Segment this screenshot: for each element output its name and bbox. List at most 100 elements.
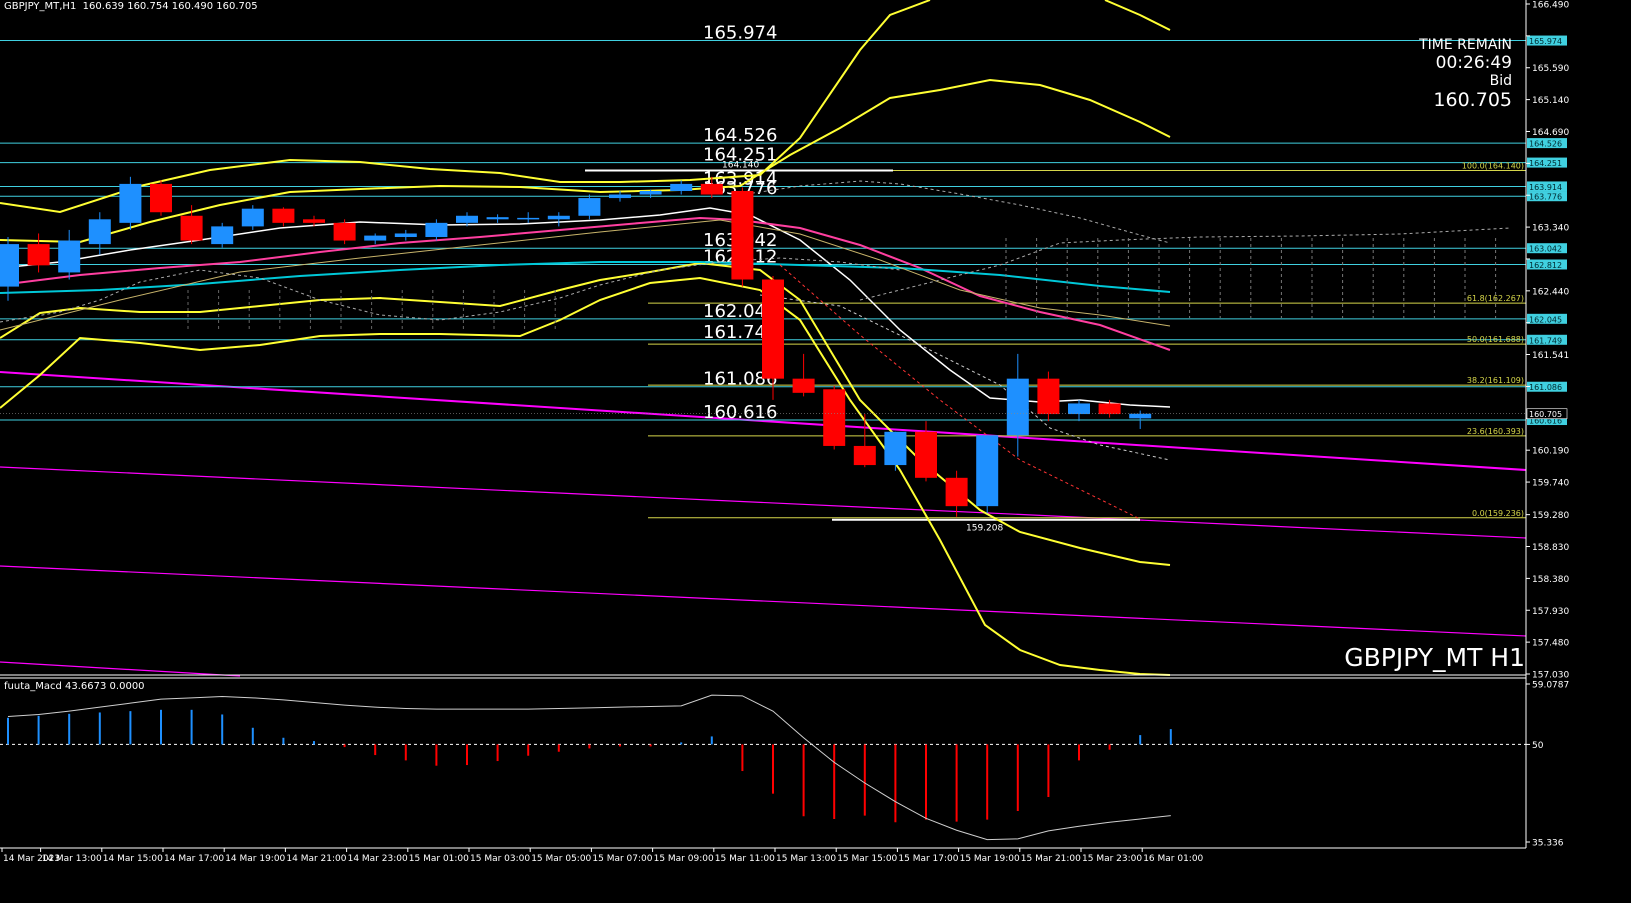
time-tick-label: 16 Mar 01:00 bbox=[1143, 854, 1203, 864]
candle[interactable] bbox=[241, 205, 264, 230]
candle-body bbox=[211, 226, 234, 245]
swing-low-label: 159.208 bbox=[966, 524, 1003, 534]
time-tick-label: 15 Mar 15:00 bbox=[837, 854, 897, 864]
time-remain-value: 00:26:49 bbox=[1435, 53, 1512, 73]
candle-body bbox=[792, 378, 815, 393]
time-tick-label: 15 Mar 03:00 bbox=[470, 854, 530, 864]
candle-body bbox=[823, 389, 846, 446]
candle-body bbox=[1037, 378, 1060, 415]
time-tick-label: 15 Mar 17:00 bbox=[898, 854, 958, 864]
swing-high-label: 164.140 bbox=[722, 160, 759, 170]
bid-label: Bid bbox=[1489, 73, 1512, 89]
price-tick-label: 158.830 bbox=[1532, 543, 1569, 553]
candle[interactable] bbox=[884, 431, 907, 471]
price-tick-label: 163.340 bbox=[1532, 224, 1569, 234]
candle-body bbox=[364, 235, 387, 241]
price-tick-label: 158.380 bbox=[1532, 575, 1569, 585]
level-axis-tag-text: 165.974 bbox=[1529, 37, 1562, 46]
candle-body bbox=[853, 445, 876, 466]
fib-label: 38.2(161.109) bbox=[1467, 376, 1524, 385]
candle-body bbox=[272, 208, 295, 223]
candle[interactable] bbox=[823, 385, 846, 450]
macd-tick-label: 50 bbox=[1532, 741, 1544, 751]
level-axis-tag-text: 161.749 bbox=[1529, 336, 1562, 345]
candle[interactable] bbox=[976, 435, 999, 514]
price-tick-label: 161.541 bbox=[1532, 351, 1569, 361]
fib-label: 23.6(160.393) bbox=[1467, 427, 1524, 436]
macd-tick-label: 35.336 bbox=[1532, 839, 1564, 849]
time-tick-label: 15 Mar 05:00 bbox=[531, 854, 591, 864]
price-tick-label: 160.190 bbox=[1532, 447, 1569, 457]
candle-body bbox=[1068, 403, 1090, 415]
symbol-watermark: GBPJPY_MT H1 bbox=[1344, 643, 1525, 672]
candle-body bbox=[609, 194, 631, 199]
chart-header: GBPJPY_MT,H1 160.639 160.754 160.490 160… bbox=[4, 1, 258, 12]
time-tick-label: 14 Mar 17:00 bbox=[164, 854, 224, 864]
candle-body bbox=[180, 215, 203, 241]
price-tick-label: 166.490 bbox=[1532, 1, 1569, 11]
level-axis-tag-text: 162.045 bbox=[1529, 315, 1562, 324]
time-tick-label: 15 Mar 23:00 bbox=[1082, 854, 1142, 864]
time-tick-label: 15 Mar 13:00 bbox=[776, 854, 836, 864]
time-tick-label: 14 Mar 23:00 bbox=[348, 854, 408, 864]
candle[interactable] bbox=[211, 222, 234, 248]
candle-body bbox=[762, 279, 784, 379]
price-tick-label: 159.280 bbox=[1532, 511, 1569, 521]
fib-label: 100.0(164.140) bbox=[1462, 161, 1524, 170]
candle-body bbox=[517, 217, 540, 220]
price-tick-label: 165.140 bbox=[1532, 96, 1569, 106]
level-axis-tag-text: 163.914 bbox=[1529, 183, 1562, 192]
chart-background bbox=[0, 0, 1631, 903]
bid-axis-tag-text: 160.705 bbox=[1529, 410, 1562, 419]
time-tick-label: 15 Mar 09:00 bbox=[654, 854, 714, 864]
macd-label: fuuta_Macd 43.6673 0.0000 bbox=[4, 681, 145, 692]
level-axis-tag-text: 162.812 bbox=[1529, 261, 1562, 270]
candle-body bbox=[976, 435, 999, 507]
candle[interactable] bbox=[731, 187, 754, 287]
level-axis-tag-text: 164.526 bbox=[1529, 140, 1562, 149]
level-axis-tag-text: 161.086 bbox=[1529, 383, 1562, 392]
candle-body bbox=[547, 215, 570, 220]
candle[interactable] bbox=[150, 180, 172, 216]
candle[interactable] bbox=[578, 194, 601, 220]
time-tick-label: 15 Mar 21:00 bbox=[1021, 854, 1081, 864]
level-axis-tag-text: 163.776 bbox=[1529, 193, 1562, 202]
candle-body bbox=[303, 219, 325, 223]
time-tick-label: 15 Mar 07:00 bbox=[592, 854, 652, 864]
candle-body bbox=[27, 244, 50, 266]
level-label: 165.974 bbox=[703, 23, 777, 44]
candle-body bbox=[333, 222, 356, 241]
candle-body bbox=[1098, 403, 1121, 415]
candle-body bbox=[639, 190, 662, 195]
time-tick-label: 14 Mar 13:00 bbox=[42, 854, 102, 864]
time-tick-label: 14 Mar 19:00 bbox=[225, 854, 285, 864]
candle-body bbox=[0, 244, 19, 287]
candle-body bbox=[58, 240, 81, 273]
time-tick-label: 14 Mar 21:00 bbox=[286, 854, 346, 864]
candle[interactable] bbox=[333, 219, 356, 245]
level-axis-tag-text: 163.042 bbox=[1529, 245, 1562, 254]
candle[interactable] bbox=[119, 176, 142, 230]
candle-body bbox=[88, 219, 111, 245]
fib-label: 0.0(159.236) bbox=[1472, 509, 1524, 518]
candle-body bbox=[119, 183, 142, 223]
price-tick-label: 165.590 bbox=[1532, 64, 1569, 74]
candle-body bbox=[731, 190, 754, 280]
time-tick-label: 15 Mar 19:00 bbox=[960, 854, 1020, 864]
candle-body bbox=[1129, 413, 1152, 419]
price-tick-label: 157.480 bbox=[1532, 639, 1569, 649]
candle-body bbox=[945, 477, 968, 507]
time-remain-panel: TIME REMAIN 00:26:49 Bid 160.705 bbox=[1419, 37, 1512, 111]
level-label: 164.526 bbox=[703, 125, 777, 146]
candle-body bbox=[425, 222, 448, 238]
chart-canvas: 165.974 164.526 164.251 163.914163.776 163.0… bbox=[0, 0, 1631, 903]
candle-body bbox=[241, 208, 264, 227]
price-tick-label: 162.440 bbox=[1532, 287, 1569, 297]
level-label: 160.616 bbox=[703, 402, 777, 423]
candle-body bbox=[394, 233, 417, 238]
price-tick-label: 164.690 bbox=[1532, 128, 1569, 138]
candle-body bbox=[456, 215, 478, 223]
time-remain-label: TIME REMAIN bbox=[1419, 37, 1512, 53]
candle-body bbox=[486, 217, 509, 220]
candle-body bbox=[884, 431, 907, 466]
